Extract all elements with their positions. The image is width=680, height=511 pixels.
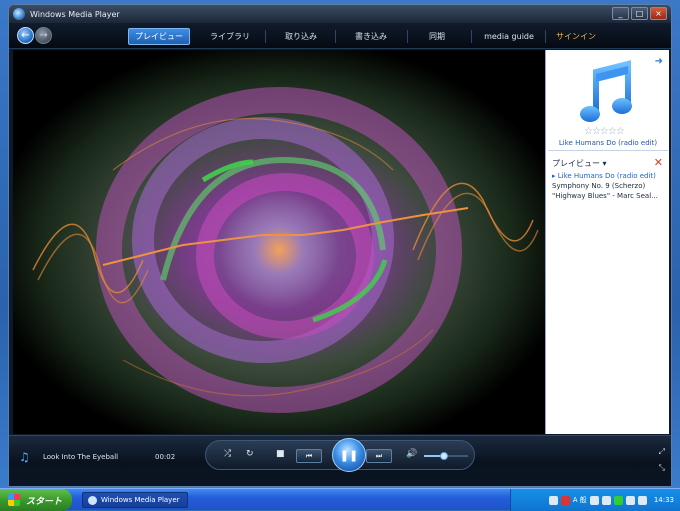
tab-now-playing[interactable]: プレイビュー bbox=[128, 28, 190, 45]
fullscreen-icon[interactable]: ⤢ bbox=[659, 444, 665, 460]
forward-button[interactable]: → bbox=[35, 27, 52, 44]
wmp-app-icon bbox=[13, 8, 25, 20]
volume-slider[interactable] bbox=[424, 452, 468, 460]
mute-button[interactable]: 🔊 bbox=[406, 449, 417, 459]
tab-media-guide[interactable]: media guide bbox=[481, 28, 537, 45]
taskbar: スタート Windows Media Player A 般 14:33 bbox=[0, 488, 680, 511]
wmp-app-icon bbox=[88, 495, 97, 505]
music-note-icon: ♫ bbox=[19, 450, 30, 464]
now-playing-title: Look Into The Eyeball bbox=[43, 453, 119, 461]
taskbar-item-wmp[interactable]: Windows Media Player bbox=[82, 492, 188, 508]
ime-icon[interactable] bbox=[560, 495, 570, 505]
shuffle-button[interactable]: ⤮ bbox=[224, 449, 231, 459]
elapsed-time: 00:02 bbox=[155, 453, 176, 461]
clear-list-icon[interactable]: ✕ bbox=[654, 156, 663, 169]
start-label: スタート bbox=[26, 496, 63, 507]
tab-separator bbox=[335, 30, 336, 43]
playlist: ▸ Like Humans Do (radio edit) Symphony N… bbox=[548, 171, 668, 201]
playlist-item[interactable]: "Highway Blues" - Marc Seal... bbox=[548, 191, 668, 201]
play-pause-button[interactable]: ❚❚ bbox=[332, 438, 366, 472]
tab-separator bbox=[471, 30, 472, 43]
forward-arrow-icon: → bbox=[39, 30, 48, 41]
maximize-button[interactable]: □ bbox=[631, 7, 648, 20]
ime-mode[interactable]: A 般 bbox=[573, 495, 587, 505]
tab-burn[interactable]: 書き込み bbox=[343, 28, 399, 45]
help-icon[interactable] bbox=[601, 495, 611, 505]
keyboard-icon[interactable] bbox=[548, 495, 558, 505]
previous-button[interactable]: ⏮ bbox=[296, 449, 322, 463]
rating-stars[interactable]: ☆☆☆☆☆ bbox=[584, 126, 625, 137]
tab-rip[interactable]: 取り込み bbox=[275, 28, 327, 45]
tab-sync[interactable]: 同期 bbox=[413, 28, 461, 45]
stop-button[interactable]: ■ bbox=[276, 449, 285, 459]
system-tray: A 般 14:33 bbox=[510, 489, 680, 511]
visualization-graphic bbox=[13, 50, 545, 434]
window-controls: _ □ × bbox=[612, 7, 667, 20]
volume-icon[interactable] bbox=[625, 495, 635, 505]
album-title[interactable]: Like Humans Do (radio edit) bbox=[546, 139, 670, 147]
playlist-item[interactable]: Symphony No. 9 (Scherzo) bbox=[548, 181, 668, 191]
back-button[interactable]: ← bbox=[17, 27, 34, 44]
window-title: Windows Media Player bbox=[30, 9, 120, 19]
playback-controls: ⤮ ↻ ■ ⏮ ❚❚ ⏭ 🔊 bbox=[205, 438, 475, 472]
now-playing-pane: ➜ ☆☆☆☆☆ Like Humans Do (radio edit) プレイビ… bbox=[545, 50, 669, 434]
title-bar[interactable]: Windows Media Player _ □ × bbox=[9, 5, 671, 23]
visualization-area[interactable] bbox=[13, 50, 545, 434]
volume-knob[interactable] bbox=[439, 452, 448, 460]
playlist-header[interactable]: プレイビュー ▾ bbox=[552, 158, 607, 169]
compact-mode-icon[interactable]: ⤡ bbox=[659, 460, 665, 476]
back-arrow-icon: ← bbox=[21, 30, 30, 41]
start-button[interactable]: スタート bbox=[0, 489, 72, 511]
pane-options-arrow-icon[interactable]: ➜ bbox=[655, 56, 663, 67]
security-icon[interactable] bbox=[637, 495, 647, 505]
music-note-icon bbox=[580, 60, 632, 122]
next-button[interactable]: ⏭ bbox=[366, 449, 392, 463]
network-icon[interactable] bbox=[613, 495, 623, 505]
divider bbox=[548, 150, 668, 151]
close-button[interactable]: × bbox=[650, 7, 667, 20]
repeat-button[interactable]: ↻ bbox=[246, 449, 254, 459]
settings-icon[interactable] bbox=[589, 495, 599, 505]
tab-separator bbox=[265, 30, 266, 43]
wmp-window: Windows Media Player _ □ × ← → プレイビュー ライ… bbox=[8, 4, 672, 487]
playlist-item[interactable]: ▸ Like Humans Do (radio edit) bbox=[548, 171, 668, 181]
taskbar-item-label: Windows Media Player bbox=[101, 496, 180, 504]
navigation-bar: ← → プレイビュー ライブラリ 取り込み 書き込み 同期 media guid… bbox=[9, 23, 671, 49]
desktop: Windows Media Player _ □ × ← → プレイビュー ライ… bbox=[0, 0, 680, 511]
minimize-button[interactable]: _ bbox=[612, 7, 629, 20]
transport-bar: ♫ Look Into The Eyeball 00:02 ⤮ ↻ ■ ⏮ ❚❚… bbox=[9, 435, 671, 486]
windows-flag-icon bbox=[8, 494, 20, 506]
tab-library[interactable]: ライブラリ bbox=[205, 28, 255, 45]
tab-separator bbox=[407, 30, 408, 43]
clock[interactable]: 14:33 bbox=[654, 496, 674, 504]
tab-sign-in[interactable]: サインイン bbox=[551, 28, 601, 45]
view-switch-controls: ⤢ ⤡ bbox=[659, 444, 665, 476]
tab-separator bbox=[545, 30, 546, 43]
